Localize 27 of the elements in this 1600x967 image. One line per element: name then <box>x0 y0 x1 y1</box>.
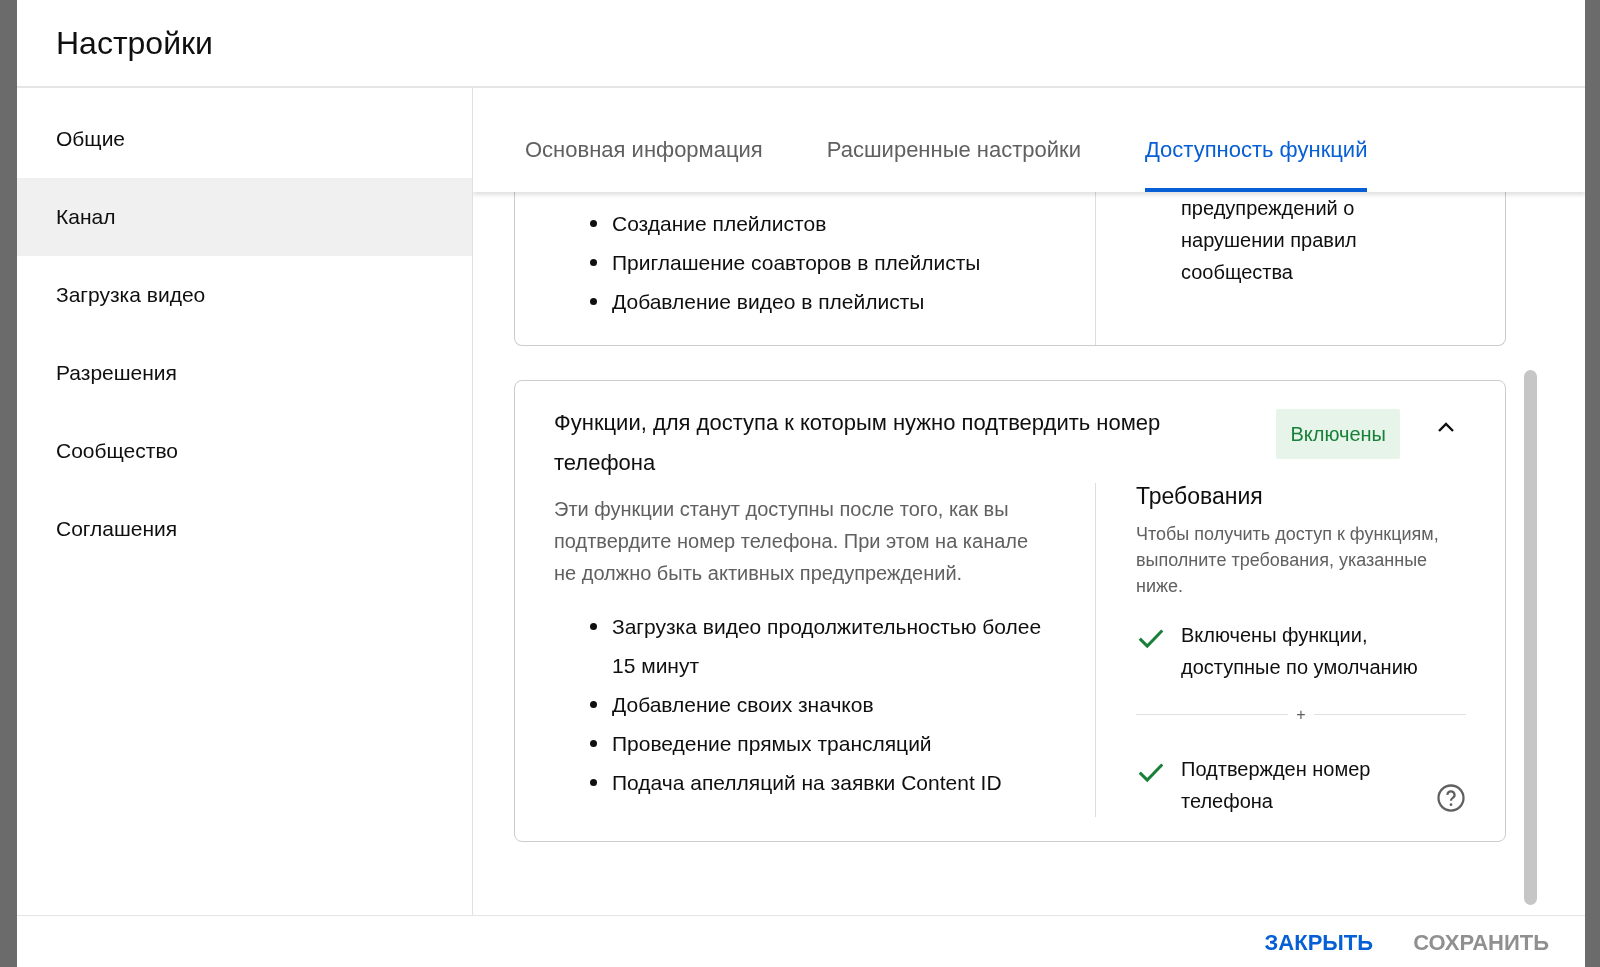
sidebar-item[interactable]: Сообщество <box>17 412 472 490</box>
list-item: Подача апелляций на заявки Content ID <box>612 770 1002 796</box>
list-item: Добавление видео в плейлисты <box>612 289 925 315</box>
list-item: Загрузка видео продолжительностью более 15 минут <box>612 614 1043 679</box>
list-item: Добавление своих значков <box>612 692 874 718</box>
card-title: Функции, для доступа к которым нужно подтвердить номер телефона <box>554 409 1162 477</box>
tab[interactable]: Доступность функций <box>1144 133 1368 192</box>
sidebar-item[interactable]: Разрешения <box>17 334 472 412</box>
status-badge: Включены <box>1276 409 1400 459</box>
tab[interactable]: Основная информация <box>525 133 763 192</box>
list-item: Создание плейлистов <box>612 211 827 237</box>
description-text: Эти функции станут доступны после того, как вы подтвердите номер телефона. При этом на канале не должно быть активных предупреждений. <box>554 497 1030 586</box>
requirement-text: предупреждений о нарушении правил сообщества <box>1181 196 1358 285</box>
dialog-title: Настройки <box>56 23 213 63</box>
sidebar-item[interactable]: Канал <box>17 178 472 256</box>
close-button[interactable]: ЗАКРЫТЬ <box>1264 930 1374 956</box>
list-item: Приглашение соавторов в плейлисты <box>612 250 981 276</box>
list-item: Проведение прямых трансляций <box>612 731 932 757</box>
requirements-text: Чтобы получить доступ к функциям, выполните требования, указанные ниже. <box>1136 522 1440 598</box>
sidebar-item[interactable]: Общие <box>17 100 472 178</box>
sidebar-item[interactable]: Загрузка видео <box>17 256 472 334</box>
plus-sign: + <box>1296 704 1306 725</box>
sidebar-item[interactable]: Соглашения <box>17 490 472 568</box>
requirements-title: Требования <box>1136 483 1264 511</box>
requirement-text: Подтвержден номер телефона <box>1181 756 1372 814</box>
requirement-text: Включены функции, доступные по умолчанию <box>1181 622 1419 680</box>
tab[interactable]: Расширенные настройки <box>826 133 1081 192</box>
